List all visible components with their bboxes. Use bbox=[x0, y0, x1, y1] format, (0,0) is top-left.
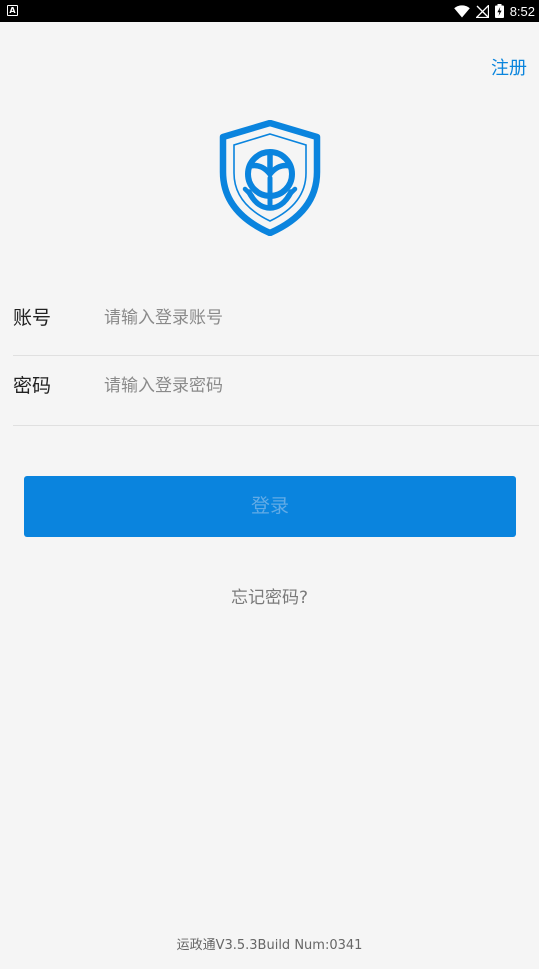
version-text: 运政通V3.5.3Build Num:0341 bbox=[176, 938, 363, 953]
password-input[interactable] bbox=[104, 367, 504, 405]
password-label: 密码 bbox=[13, 375, 52, 397]
signal-off-icon bbox=[475, 4, 489, 18]
status-bar: A 8:52 bbox=[0, 0, 539, 22]
status-icons: 8:52 bbox=[453, 0, 535, 22]
account-input[interactable] bbox=[104, 299, 504, 337]
forgot-password-link[interactable]: 忘记密码? bbox=[0, 583, 539, 608]
account-row: 账号 bbox=[13, 285, 539, 356]
wifi-icon bbox=[453, 4, 470, 17]
account-label: 账号 bbox=[13, 307, 52, 329]
shield-anchor-logo bbox=[219, 120, 321, 236]
status-time: 8:52 bbox=[509, 3, 535, 19]
notification-app-icon: A bbox=[7, 5, 18, 16]
battery-charging-icon bbox=[494, 4, 504, 18]
register-link[interactable]: 注册 bbox=[491, 54, 527, 80]
login-button[interactable]: 登录 bbox=[24, 476, 516, 537]
password-row: 密码 bbox=[13, 355, 539, 426]
